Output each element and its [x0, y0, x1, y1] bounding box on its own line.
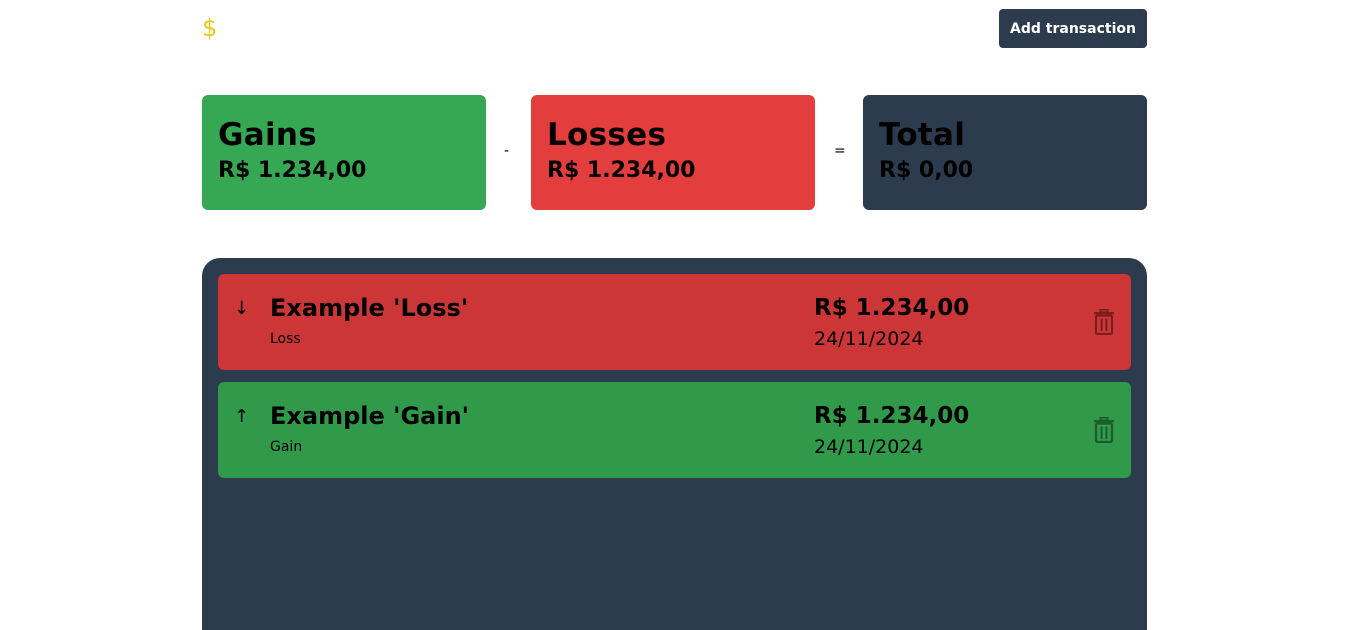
header: $ Add transaction: [202, 9, 1147, 48]
gains-title: Gains: [218, 117, 318, 153]
losses-value: R$ 1.234,00: [547, 158, 696, 183]
transaction-amount: R$ 1.234,00: [814, 403, 970, 429]
trash-icon-graphic: [1094, 308, 1114, 336]
transaction-amount: R$ 1.234,00: [814, 295, 970, 321]
dollar-logo-icon: $: [202, 14, 218, 42]
trash-icon[interactable]: [1092, 308, 1116, 336]
transactions-panel: ↓ Example 'Loss' Loss R$ 1.234,00 24/11/…: [202, 258, 1147, 630]
transaction-name: Example 'Loss': [270, 294, 469, 322]
gains-value: R$ 1.234,00: [218, 158, 367, 183]
total-title: Total: [879, 117, 966, 153]
transaction-type: Gain: [270, 439, 303, 455]
equals-operator: =: [834, 143, 846, 159]
transaction-type: Loss: [270, 331, 301, 347]
transaction-row-loss: ↓ Example 'Loss' Loss R$ 1.234,00 24/11/…: [218, 274, 1131, 370]
transaction-date: 24/11/2024: [814, 436, 924, 458]
add-transaction-button[interactable]: Add transaction: [999, 9, 1147, 48]
transaction-name: Example 'Gain': [270, 402, 470, 430]
arrow-down-icon: ↓: [234, 298, 250, 319]
trash-icon-graphic: [1094, 416, 1114, 444]
app-root: $ Add transaction Gains R$ 1.234,00 - Lo…: [0, 0, 1348, 630]
transaction-date: 24/11/2024: [814, 328, 924, 350]
total-value: R$ 0,00: [879, 158, 974, 183]
gains-card: Gains R$ 1.234,00: [202, 95, 486, 210]
losses-title: Losses: [547, 117, 667, 153]
losses-card: Losses R$ 1.234,00: [531, 95, 815, 210]
transaction-row-gain: ↑ Example 'Gain' Gain R$ 1.234,00 24/11/…: [218, 382, 1131, 478]
trash-icon[interactable]: [1092, 416, 1116, 444]
arrow-up-icon: ↑: [234, 406, 250, 427]
total-card: Total R$ 0,00: [863, 95, 1147, 210]
summary-cards: Gains R$ 1.234,00 - Losses R$ 1.234,00 =…: [202, 95, 1147, 210]
minus-operator: -: [504, 143, 510, 159]
